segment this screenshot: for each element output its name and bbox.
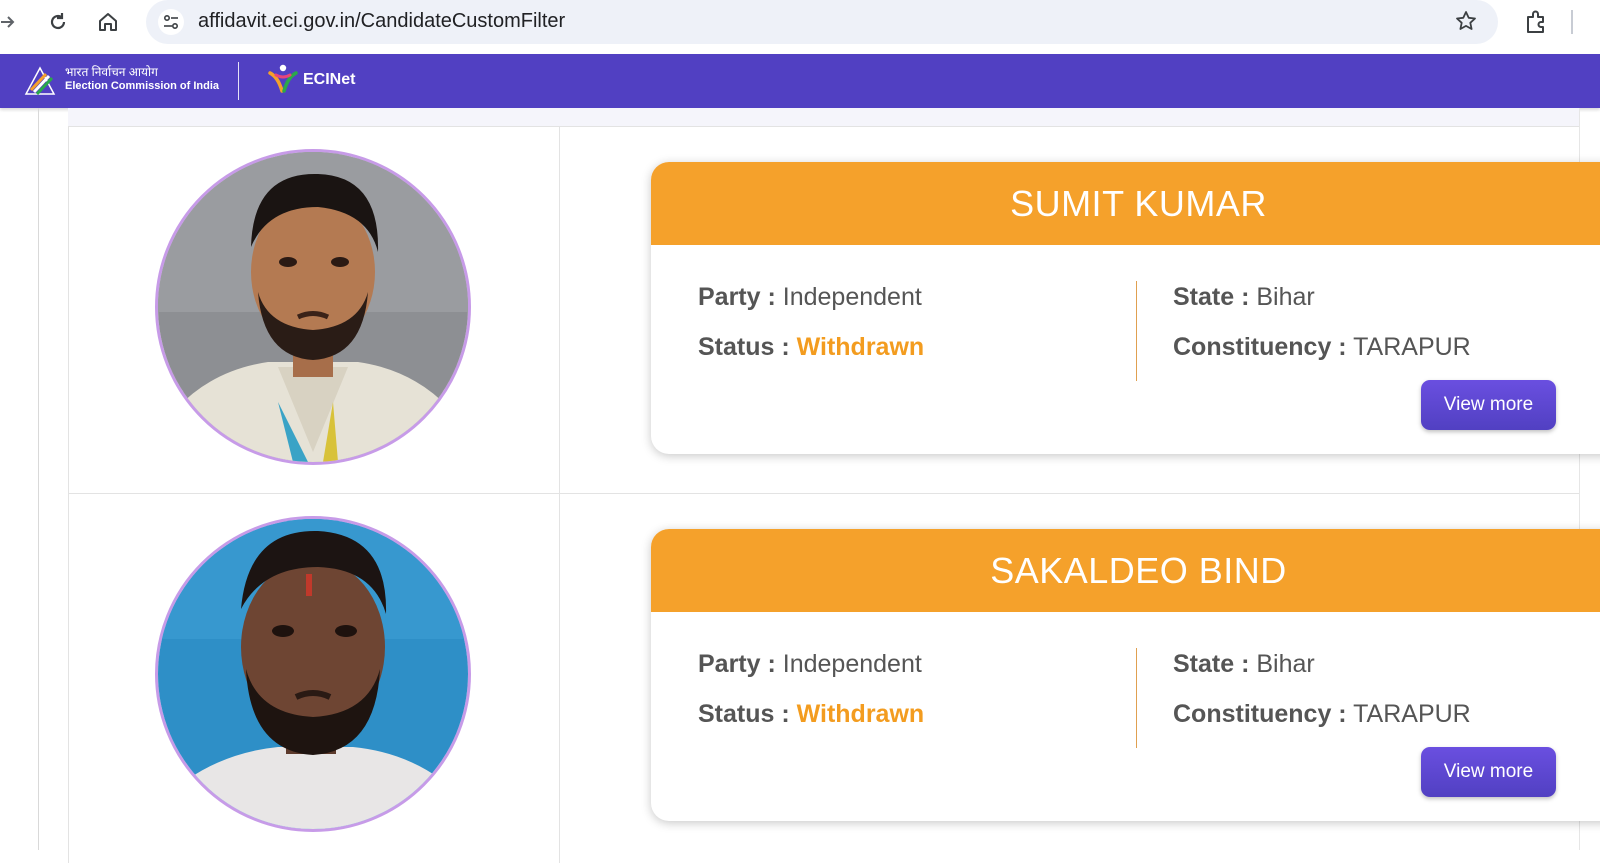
state-field: State : Bihar [1173,283,1315,312]
candidate-name: SUMIT KUMAR [651,162,1600,245]
address-bar[interactable]: affidavit.eci.gov.in/CandidateCustomFilt… [146,0,1498,44]
candidate-photo [155,149,471,465]
state-label: State : [1173,650,1250,678]
results-table-header [68,108,1579,127]
org-name-hindi: भारत निर्वाचन आयोग [65,65,158,79]
browser-toolbar: affidavit.eci.gov.in/CandidateCustomFilt… [0,0,1600,54]
state-value: Bihar [1256,650,1315,678]
constituency-label: Constituency : [1173,333,1347,361]
status-value: Withdrawn [796,333,925,361]
candidate-photo-cell [68,493,560,863]
forward-arrow-icon[interactable] [0,8,22,36]
reload-icon[interactable] [44,8,72,36]
view-more-button[interactable]: View more [1421,380,1556,430]
party-value: Independent [782,650,922,678]
party-field: Party : Independent [698,650,922,679]
party-value: Independent [782,283,922,311]
candidate-photo-cell [68,126,560,493]
details-divider [1136,648,1137,748]
party-label: Party : [698,650,776,678]
view-more-button[interactable]: View more [1421,747,1556,797]
toolbar-divider [1571,10,1573,34]
party-field: Party : Independent [698,283,922,312]
site-header: भारत निर्वाचन आयोग Election Commission o… [0,54,1600,108]
party-label: Party : [698,283,776,311]
details-divider [1136,281,1137,381]
candidate-card: SUMIT KUMAR Party : Independent Status :… [651,162,1600,454]
candidate-name: SAKALDEO BIND [651,529,1600,612]
status-label: Status : [698,700,790,728]
bookmark-star-icon[interactable] [1454,9,1478,38]
constituency-value: TARAPUR [1353,700,1471,728]
header-divider [238,62,239,100]
constituency-field: Constituency : TARAPUR [1173,700,1471,729]
org-name-english: Election Commission of India [65,80,220,92]
candidate-row: SAKALDEO BIND Party : Independent Status… [68,493,1600,863]
status-value: Withdrawn [796,700,925,728]
candidate-photo [155,516,471,832]
extensions-puzzle-icon[interactable] [1522,8,1550,41]
url-text[interactable]: affidavit.eci.gov.in/CandidateCustomFilt… [198,10,565,33]
constituency-field: Constituency : TARAPUR [1173,333,1471,362]
eci-emblem-icon[interactable] [22,64,58,103]
candidate-details: Party : Independent Status : Withdrawn S… [651,612,1600,821]
status-field: Status : Withdrawn [698,700,924,729]
page-left-border [38,108,39,850]
state-field: State : Bihar [1173,650,1315,679]
constituency-value: TARAPUR [1353,333,1471,361]
constituency-label: Constituency : [1173,700,1347,728]
home-icon[interactable] [94,8,122,36]
state-value: Bihar [1256,283,1315,311]
status-label: Status : [698,333,790,361]
candidate-details: Party : Independent Status : Withdrawn S… [651,245,1600,454]
state-label: State : [1173,283,1250,311]
candidate-card: SAKALDEO BIND Party : Independent Status… [651,529,1600,821]
candidate-row: SUMIT KUMAR Party : Independent Status :… [68,126,1600,494]
site-settings-icon[interactable] [158,9,184,35]
ecinet-logo-icon[interactable] [266,63,300,100]
status-field: Status : Withdrawn [698,333,924,362]
eci-wordmark[interactable]: भारत निर्वाचन आयोग Election Commission o… [65,65,219,94]
ecinet-title[interactable]: ECINet [303,71,355,89]
